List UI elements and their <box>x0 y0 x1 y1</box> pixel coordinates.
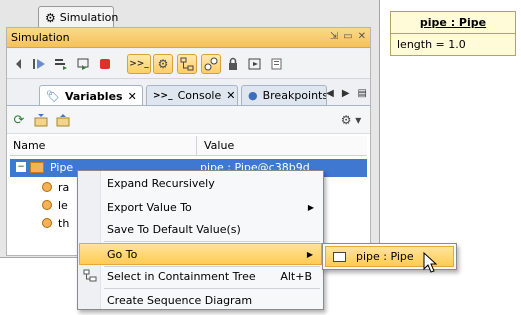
containment-tree-icon <box>83 269 97 286</box>
instance-attribute: length = 1.0 <box>397 38 466 51</box>
title-buttons: ⇲ ▭ ✕ <box>330 31 366 42</box>
submenu-arrow-icon: ▶ <box>307 202 314 212</box>
menu-item-label: Create Sequence Diagram <box>107 293 253 307</box>
states-icon[interactable] <box>201 54 221 74</box>
column-name-header[interactable]: Name <box>13 139 45 152</box>
stop-icon[interactable] <box>95 54 115 74</box>
close-icon[interactable]: ✕ <box>128 90 137 103</box>
menu-item-label: Select in Containment Tree <box>107 269 256 283</box>
instance-divider <box>391 33 515 34</box>
collapse-toggle-icon[interactable]: − <box>16 162 26 172</box>
lock-icon[interactable] <box>223 54 243 74</box>
row-name: le <box>58 199 68 212</box>
step-into-icon[interactable] <box>51 54 71 74</box>
tab-variables-label: Variables <box>64 89 123 103</box>
menu-item-shortcut: Alt+B <box>280 269 312 283</box>
variables-toolbar: ⟳ ⚙ ▾ <box>7 106 370 134</box>
tab-variables[interactable]: 🏷 Variables ✕ <box>39 85 143 106</box>
console-icon: >>_ <box>153 90 173 101</box>
tab-bar: 🏷 Variables ✕ >>_ Console ✕ ● Breakpoint… <box>7 81 370 106</box>
animation-gear-icon[interactable]: ⚙ <box>153 54 173 74</box>
menu-item-label: Export Value To <box>107 200 192 214</box>
step-over-icon[interactable] <box>73 54 93 74</box>
refresh-icon[interactable]: ⟳ <box>9 110 29 130</box>
simulation-tab[interactable]: ⚙ Simulation <box>38 6 118 28</box>
restore-icon[interactable]: ⇲ <box>330 31 338 42</box>
column-divider[interactable] <box>196 136 197 156</box>
instance-name: pipe : Pipe <box>419 16 487 29</box>
back-icon[interactable] <box>9 54 29 74</box>
maximize-icon[interactable]: ▭ <box>343 31 352 42</box>
gear-icon: ⚙ <box>45 10 56 25</box>
menu-item-save-default[interactable]: Save To Default Value(s) <box>79 218 322 240</box>
close-icon[interactable]: ✕ <box>358 31 366 42</box>
tab-controls: ◀ ▶ ▤ <box>326 88 367 99</box>
close-icon[interactable]: ✕ <box>226 89 235 102</box>
menu-item-select-in-containment-tree[interactable]: Select in Containment Tree Alt+B <box>79 265 322 287</box>
panel-title-bar: Simulation ⇲ ▭ ✕ <box>7 28 370 48</box>
row-name: th <box>58 217 70 230</box>
menu-item-export-value-to[interactable]: Export Value To ▶ <box>79 196 322 218</box>
menu-item-label: Save To Default Value(s) <box>107 222 241 236</box>
simulation-toolbar: >>_ ⚙ <box>7 49 370 79</box>
row-name: Pipe <box>50 161 74 174</box>
tab-console-label: Console <box>177 89 222 102</box>
mouse-cursor-icon <box>423 252 438 273</box>
object-icon <box>30 162 44 173</box>
options-icon[interactable] <box>267 54 287 74</box>
panel-title: Simulation <box>11 31 70 44</box>
menu-item-label: Go To <box>107 247 138 261</box>
hierarchy-icon[interactable] <box>177 54 197 74</box>
menu-item-create-sequence-diagram[interactable]: Create Sequence Diagram <box>79 289 322 311</box>
table-header: Name Value <box>10 136 367 156</box>
expand-all-icon[interactable] <box>31 110 51 130</box>
menu-item-expand-recursively[interactable]: Expand Recursively <box>79 172 322 194</box>
view-options-icon[interactable]: ⚙ ▾ <box>337 110 365 130</box>
menu-item-label: Expand Recursively <box>107 176 215 190</box>
scroll-left-icon[interactable]: ◀ <box>326 88 334 99</box>
collapse-all-icon[interactable] <box>53 110 73 130</box>
variables-icon: 🏷 <box>46 89 60 103</box>
resume-icon[interactable] <box>29 54 49 74</box>
breakpoints-icon: ● <box>248 89 258 102</box>
column-value-header[interactable]: Value <box>204 139 234 152</box>
row-name: ra <box>58 181 70 194</box>
tab-list-icon[interactable]: ▤ <box>358 88 367 99</box>
tab-console[interactable]: >>_ Console ✕ <box>146 85 238 105</box>
tab-breakpoints-label: Breakpoints <box>262 89 327 102</box>
tab-breakpoints[interactable]: ● Breakpoints <box>241 85 327 105</box>
scroll-right-icon[interactable]: ▶ <box>342 88 350 99</box>
context-menu: Expand Recursively Export Value To ▶ Sav… <box>77 170 324 310</box>
instance-icon <box>333 252 346 262</box>
submenu-arrow-icon: ▶ <box>306 249 313 259</box>
menu-separator <box>104 241 320 242</box>
instance-shape[interactable]: pipe : Pipe length = 1.0 <box>390 11 516 56</box>
property-icon <box>42 218 52 228</box>
menu-item-go-to[interactable]: Go To ▶ <box>79 243 322 265</box>
property-icon <box>42 182 52 192</box>
console-mode-icon[interactable]: >>_ <box>127 54 151 74</box>
simulation-tab-label: Simulation <box>59 11 119 24</box>
export-icon[interactable] <box>245 54 265 74</box>
property-icon <box>42 200 52 210</box>
submenu-item-label: pipe : Pipe <box>356 250 414 263</box>
